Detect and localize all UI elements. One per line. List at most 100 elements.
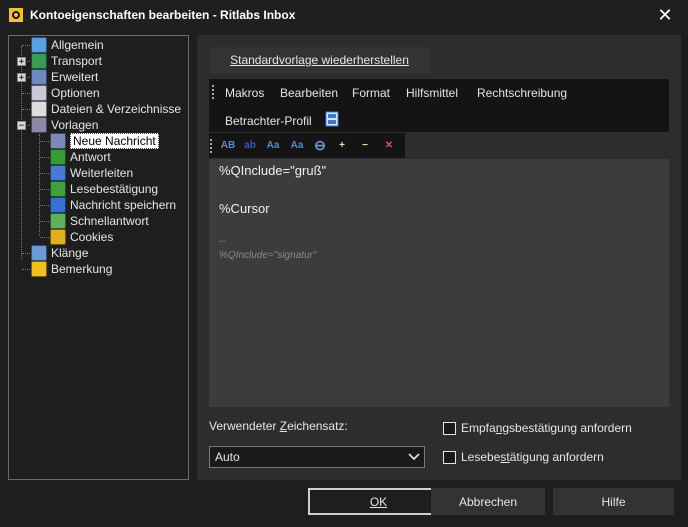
tree-item-schnellantwort[interactable]: Schnellantwort [50, 213, 149, 229]
menu-makros[interactable]: Makros [225, 86, 264, 100]
cookies-icon [50, 229, 66, 245]
quick-reply-icon [50, 213, 66, 229]
zoom-out-icon[interactable]: − [356, 137, 374, 154]
receipt-request-checkbox[interactable] [443, 421, 456, 435]
cancel-button[interactable]: Abbrechen [431, 488, 545, 515]
tree-connector [40, 237, 49, 238]
zoom-in-icon[interactable]: + [333, 137, 351, 154]
tree-connector [40, 221, 49, 222]
tree-connector [22, 269, 30, 270]
tree-item-klänge[interactable]: Klänge [31, 245, 88, 261]
font-size-icon[interactable]: Aa [264, 137, 282, 154]
tree-connector [22, 109, 30, 110]
tree-item-label: Cookies [70, 230, 114, 244]
tree-item-label: Neue Nachricht [70, 133, 159, 149]
expand-icon[interactable]: + [17, 73, 26, 83]
tree-item-transport[interactable]: Transport [31, 53, 102, 69]
ok-button[interactable]: OK [308, 488, 449, 515]
note-icon [31, 261, 47, 277]
settings-icon [31, 37, 47, 53]
tree-item-dateien-verzeichnisse[interactable]: Dateien & Verzeichnisse [31, 101, 181, 117]
sounds-icon [31, 245, 47, 261]
tree-item-label: Weiterleiten [70, 166, 134, 180]
help-button[interactable]: Hilfe [553, 488, 674, 515]
read-receipt-row[interactable]: Lesebestätigung anfordern [443, 450, 604, 464]
tree-item-label: Lesebestätigung [70, 182, 159, 196]
read-receipt-checkbox[interactable] [443, 450, 456, 464]
tree-connector [40, 157, 49, 158]
window-title: Kontoeigenschaften bearbeiten - Ritlabs … [30, 8, 296, 22]
tree-item-erweitert[interactable]: Erweitert [31, 69, 98, 85]
transport-icon [31, 53, 47, 69]
template-editor[interactable]: %QInclude="gruß" %Cursor -- %QInclude="s… [209, 159, 669, 407]
tree-item-vorlagen[interactable]: Vorlagen [31, 117, 98, 133]
reply-icon [50, 149, 66, 165]
options-icon [31, 85, 47, 101]
tree-connector [40, 205, 49, 206]
collapse-icon[interactable]: − [17, 121, 26, 131]
font-icon[interactable]: Aa [288, 137, 306, 154]
insert-macro-icon[interactable]: ⊖ [311, 137, 329, 154]
expand-icon[interactable]: + [17, 57, 26, 67]
tree-connector [22, 93, 30, 94]
editor-line-greeting: %QInclude="gruß" [219, 163, 327, 178]
menu-betrachter-profil[interactable]: Betrachter-Profil [225, 114, 312, 128]
menu-rechtschreibung[interactable]: Rechtschreibung [477, 86, 567, 100]
menu-format[interactable]: Format [352, 86, 390, 100]
tree-item-label: Erweitert [51, 70, 99, 84]
menubar-grip[interactable] [212, 85, 217, 99]
close-button[interactable]: ✕ [642, 0, 688, 30]
spellcheck-icon[interactable]: AB [219, 137, 237, 154]
tree-item-label: Dateien & Verzeichnisse [51, 102, 182, 116]
signature-include: %QInclude="signatur" [219, 250, 317, 261]
app-logo-icon [8, 7, 24, 23]
chevron-down-icon[interactable] [406, 449, 422, 465]
tree-item-label: Vorlagen [51, 118, 99, 132]
profile-icon[interactable] [325, 111, 339, 127]
tree-connector [40, 173, 49, 174]
editor-menubar: Makros Bearbeiten Format Hilfsmittel Rec… [209, 79, 669, 132]
tree-item-label: Optionen [51, 86, 100, 100]
format-toolbar: AB ab Aa Aa ⊖ + − ✕ [209, 133, 405, 158]
tree-item-label: Nachricht speichern [70, 198, 177, 212]
templates-icon [31, 117, 47, 133]
tree-connector [22, 45, 30, 46]
tree-connector [40, 141, 49, 142]
tree-item-lesebestätigung[interactable]: Lesebestätigung [50, 181, 158, 197]
read-receipt-label: Lesebestätigung anfordern [461, 450, 604, 464]
tree-item-neue-nachricht[interactable]: Neue Nachricht [50, 133, 159, 149]
restore-default-template-label: Standardvorlage wiederherstellen [230, 53, 409, 67]
tree-item-optionen[interactable]: Optionen [31, 85, 100, 101]
toolbar-grip[interactable] [210, 139, 215, 153]
tree-item-label: Antwort [70, 150, 111, 164]
menu-bearbeiten[interactable]: Bearbeiten [280, 86, 338, 100]
charset-select[interactable]: Auto [209, 446, 425, 468]
clear-formatting-icon[interactable]: ✕ [380, 137, 398, 154]
tree-item-weiterleiten[interactable]: Weiterleiten [50, 165, 133, 181]
menu-hilfsmittel[interactable]: Hilfsmittel [406, 86, 458, 100]
restore-default-template-button[interactable]: Standardvorlage wiederherstellen [209, 47, 430, 73]
highlight-icon[interactable]: ab [241, 137, 259, 154]
save-message-icon [50, 197, 66, 213]
forward-icon [50, 165, 66, 181]
tree-item-label: Bemerkung [51, 262, 113, 276]
tree-item-nachricht-speichern[interactable]: Nachricht speichern [50, 197, 176, 213]
tree-item-bemerkung[interactable]: Bemerkung [31, 261, 112, 277]
editor-line-cursor: %Cursor [219, 201, 270, 216]
read-receipt-icon [50, 181, 66, 197]
tree-item-label: Transport [51, 54, 102, 68]
tree-item-antwort[interactable]: Antwort [50, 149, 111, 165]
receipt-request-row[interactable]: Empfangsbestätigung anfordern [443, 421, 632, 435]
settings-tree[interactable]: Allgemein + Transport + Erweitert Optionen Dat… [8, 35, 189, 480]
signature-separator: -- [219, 236, 226, 247]
new-message-icon [50, 133, 66, 149]
tree-item-label: Schnellantwort [70, 214, 149, 228]
title-bar: Kontoeigenschaften bearbeiten - Ritlabs … [0, 0, 688, 30]
tree-connector [22, 253, 30, 254]
tree-item-label: Allgemein [51, 38, 104, 52]
ok-label: OK [369, 494, 388, 509]
advanced-icon [31, 69, 47, 85]
tree-item-allgemein[interactable]: Allgemein [31, 37, 104, 53]
charset-value: Auto [215, 450, 240, 464]
tree-item-cookies[interactable]: Cookies [50, 229, 113, 245]
